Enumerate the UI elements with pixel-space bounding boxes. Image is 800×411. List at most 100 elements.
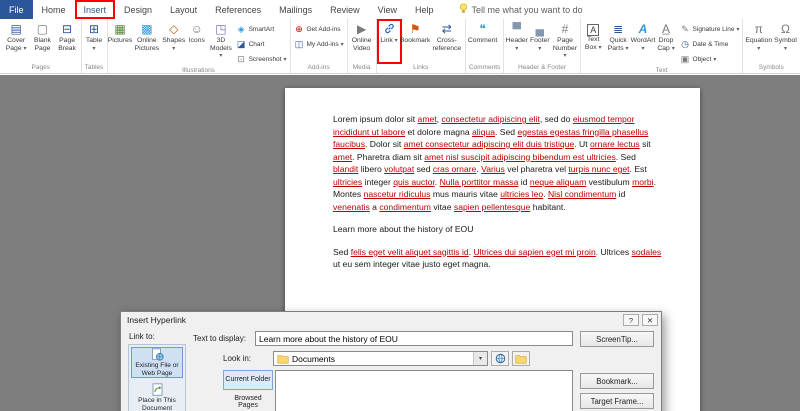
group-label-media: Media (352, 64, 371, 71)
quick-parts-button[interactable]: ≣ Quick Parts ▾ (605, 20, 632, 66)
tab-references[interactable]: References (206, 0, 270, 19)
link-button[interactable]: Link ▾ (376, 19, 402, 64)
browse-web-button[interactable] (491, 351, 509, 366)
body-text: id (616, 189, 626, 199)
text-to-display-input[interactable] (255, 331, 573, 346)
online-pictures-button[interactable]: ▩ Online Pictures (132, 20, 163, 66)
tab-home[interactable]: Home (33, 0, 75, 19)
tracked-insertion: nascetur ridiculus (363, 189, 431, 199)
signature-line-button[interactable]: ✎ Signature Line ▾ (678, 23, 742, 36)
document-workspace: Lorem ipsum dolor sit amet, consectetur … (0, 75, 800, 411)
my-addins-button[interactable]: ◫ My Add-ins ▾ (292, 38, 346, 51)
pictures-icon: ▦ (114, 22, 126, 36)
lightbulb-icon (459, 3, 468, 16)
online-video-icon: ▶ (356, 22, 367, 36)
tab-view[interactable]: View (369, 0, 406, 19)
linkto-existing-file-button[interactable]: Existing File or Web Page (131, 347, 183, 378)
target-frame-button[interactable]: Target Frame... (580, 393, 654, 409)
ribbon: ▤ Cover Page ▾ ▢ Blank Page ⊟ Page Break Pa… (0, 19, 800, 74)
3d-models-button[interactable]: ◳ 3D Models ▾ (208, 20, 233, 66)
tracked-insertion: ultricies leo (500, 189, 544, 199)
folder-icon (277, 354, 289, 364)
dialog-titlebar[interactable]: Insert Hyperlink ? ✕ (121, 312, 661, 328)
screenshot-icon: ⊡ (237, 54, 245, 64)
smartart-button[interactable]: ◈ SmartArt (234, 23, 289, 36)
date-time-button[interactable]: ◷ Date & Time (678, 38, 742, 51)
text-to-display-label: Text to display: (193, 334, 246, 343)
screentip-button[interactable]: ScreenTip... (580, 331, 654, 347)
caret-icon: ▾ (757, 45, 761, 52)
body-text: mus mauris vitae (430, 189, 501, 199)
tracked-insertion: Ultrices dui sapien eget mi proin (473, 246, 596, 257)
tracked-insertion: amet nisl suscipit adipiscing bibendum e… (424, 151, 616, 162)
body-text: vel pharetra vel (504, 164, 569, 174)
insert-hyperlink-dialog: Insert Hyperlink ? ✕ Link to: Existing F… (120, 311, 662, 411)
hyperlink-target-text[interactable]: Learn more about the history of EOU (333, 223, 663, 236)
cross-reference-button[interactable]: ⇄ Cross-reference (430, 20, 464, 63)
body-text: . Dolor sit (365, 139, 404, 149)
comment-button[interactable]: ❝ Comment (467, 20, 498, 63)
screenshot-button[interactable]: ⊡ Screenshot ▾ (234, 53, 289, 66)
bookmark-dialog-button[interactable]: Bookmark... (580, 373, 654, 389)
linkto-place-in-document-button[interactable]: Place in This Document (131, 382, 183, 411)
tab-mailings[interactable]: Mailings (270, 0, 321, 19)
body-text: ut eu sem integer vitae justo eget magna… (333, 259, 491, 269)
caret-icon: ▾ (538, 45, 542, 52)
group-label-tables: Tables (84, 64, 104, 71)
look-in-caret-icon[interactable]: ▾ (473, 352, 487, 365)
table-icon: ⊞ (88, 22, 100, 36)
dialog-close-button[interactable]: ✕ (642, 314, 658, 326)
browsed-pages-button[interactable]: Browsed Pages (223, 392, 273, 411)
body-text: a (369, 201, 380, 212)
look-in-dropdown[interactable]: Documents ▾ (273, 351, 488, 366)
body-text: id (518, 176, 530, 187)
get-addins-icon: ⊕ (295, 24, 303, 34)
cover-page-button[interactable]: ▤ Cover Page ▾ (2, 20, 30, 63)
tracked-insertion: condimentum (379, 201, 431, 212)
dialog-title: Insert Hyperlink (127, 315, 187, 325)
equation-button[interactable]: π Equation ▾ (744, 20, 773, 63)
wordart-button[interactable]: A WordArt ▾ (631, 20, 656, 66)
3d-models-icon: ◳ (215, 22, 227, 36)
icons-button[interactable]: ☺ Icons (185, 20, 208, 66)
shapes-button[interactable]: ◇ Shapes ▾ (162, 20, 185, 66)
tab-design[interactable]: Design (115, 0, 161, 19)
tab-help[interactable]: Help (406, 0, 443, 19)
text-box-icon: A (587, 24, 600, 36)
current-folder-button[interactable]: Current Folder (223, 370, 273, 391)
caret-icon: ▾ (23, 45, 27, 52)
body-paragraph[interactable]: Sed felis eget velit aliquet sagittis id… (333, 246, 663, 271)
symbol-button[interactable]: Ω Symbol ▾ (773, 20, 798, 63)
file-list[interactable] (275, 370, 573, 411)
tab-layout[interactable]: Layout (161, 0, 206, 19)
tell-me-box[interactable]: Tell me what you want to do (459, 0, 583, 19)
dialog-help-button[interactable]: ? (623, 314, 639, 326)
object-button[interactable]: ▣ Object ▾ (678, 53, 742, 66)
blank-page-button[interactable]: ▢ Blank Page (30, 20, 54, 63)
chart-button[interactable]: ◪ Chart (234, 38, 289, 51)
body-paragraph[interactable]: Lorem ipsum dolor sit amet, consectetur … (333, 113, 663, 213)
bookmark-ribbon-button[interactable]: ⚑ Bookmark (400, 20, 431, 63)
date-time-icon: ◷ (681, 39, 689, 49)
tracked-insertion: Nulla porttitor massa (439, 176, 519, 187)
page-break-button[interactable]: ⊟ Page Break (55, 20, 80, 63)
existing-file-icon (151, 348, 164, 361)
table-button[interactable]: ⊞ Table ▾ (83, 20, 106, 63)
tab-file[interactable]: File (0, 0, 33, 19)
online-video-button[interactable]: ▶ Online Video (349, 20, 375, 63)
ribbon-group-comments: ❝ Comment Comments (464, 19, 503, 73)
tab-review[interactable]: Review (321, 0, 369, 19)
equation-icon: π (754, 22, 763, 36)
text-box-button[interactable]: A Text Box ▾ (582, 20, 605, 66)
pictures-button[interactable]: ▦ Pictures (108, 20, 133, 66)
header-button[interactable]: ▀ Header ▾ (505, 20, 528, 63)
drop-cap-button[interactable]: A̲ Drop Cap ▾ (655, 20, 678, 66)
caret-icon: ▾ (283, 57, 287, 63)
page-number-button[interactable]: # Page Number ▾ (551, 20, 578, 63)
tracked-insertion: amet consectetur adipiscing elit duis tr… (403, 139, 575, 149)
ribbon-group-text: A Text Box ▾ ≣ Quick Parts ▾ A WordArt ▾ A̲… (579, 19, 743, 73)
footer-button[interactable]: ▄ Footer ▾ (528, 20, 551, 63)
tab-insert[interactable]: Insert (74, 0, 116, 19)
browse-file-button[interactable] (512, 351, 530, 366)
get-addins-button[interactable]: ⊕ Get Add-ins (292, 23, 346, 36)
